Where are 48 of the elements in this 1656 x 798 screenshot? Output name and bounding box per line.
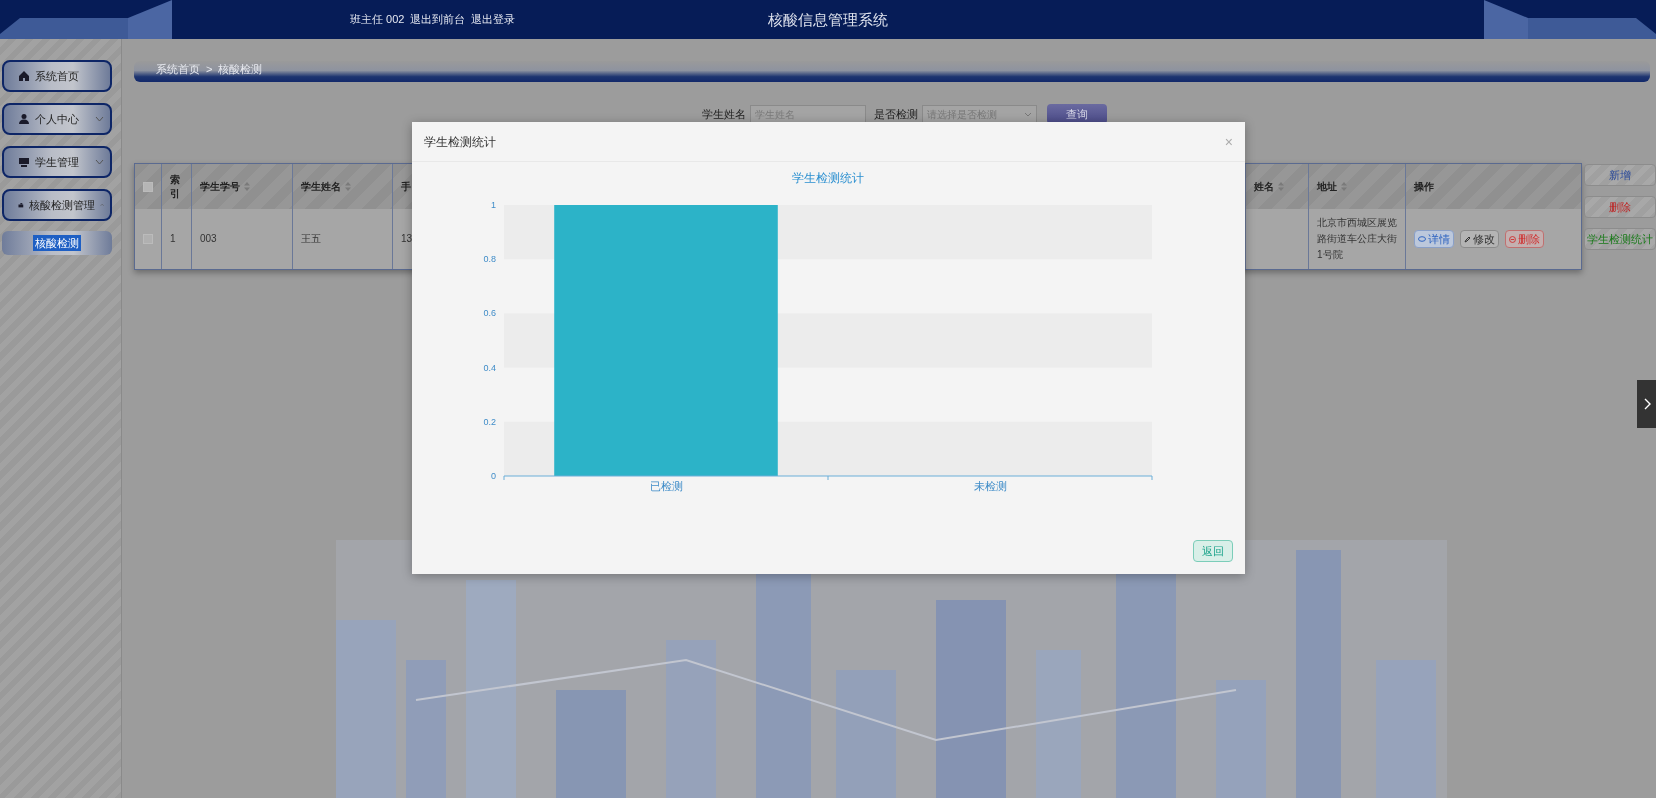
table-cell: 003: [192, 209, 292, 269]
action-button[interactable]: 详情: [1414, 230, 1454, 248]
table-cell: 王五: [293, 209, 392, 269]
submenu-item[interactable]: 核酸检测: [2, 231, 112, 255]
minus-circle-icon: [1509, 235, 1516, 243]
axis-tick-label: 0.2: [483, 416, 496, 427]
column-header[interactable]: 姓名: [1246, 164, 1308, 209]
column-header[interactable]: 学生学号: [192, 164, 292, 209]
breadcrumb-separator: >: [206, 62, 213, 77]
search-button[interactable]: 查询: [1047, 104, 1107, 124]
chevron-right-icon: [1642, 398, 1651, 410]
chart-title: 学生检测统计: [792, 171, 864, 185]
menu-item[interactable]: 个人中心: [2, 103, 112, 135]
header-link[interactable]: 班主任 002: [350, 11, 405, 28]
column-header: 操作: [1406, 164, 1581, 209]
axis-tick-label: 0.6: [483, 308, 496, 319]
header-link[interactable]: 退出到前台: [410, 11, 466, 28]
expand-tab[interactable]: [1637, 380, 1656, 428]
menu-item[interactable]: 学生管理: [2, 146, 112, 178]
axis-tick-label: 0: [491, 471, 496, 481]
axis-tick-label: 0.8: [483, 254, 496, 265]
header-link[interactable]: 退出登录: [471, 11, 516, 28]
eye-icon: [1418, 236, 1426, 242]
axis-tick-label: 0.4: [483, 362, 496, 373]
dialog-title: 学生检测统计: [424, 133, 496, 151]
column-header[interactable]: 学生姓名: [293, 164, 392, 209]
field-label: 是否检测: [874, 106, 918, 122]
chevron-down-icon: [1024, 111, 1032, 117]
back-button[interactable]: 返回: [1193, 540, 1233, 562]
checkbox[interactable]: [143, 181, 153, 192]
menu-item[interactable]: 核酸检测管理: [2, 189, 112, 221]
action-button[interactable]: 修改: [1460, 230, 1499, 248]
home-icon: [18, 70, 30, 82]
column-header[interactable]: 地址: [1309, 164, 1405, 209]
app-title: 核酸信息管理系统: [768, 10, 888, 30]
column-header: 索引: [162, 164, 191, 209]
table-cell: 1: [162, 209, 191, 269]
axis-tick-label: 1: [491, 200, 496, 210]
table-cell: 北京市西城区展览路街道车公庄大街1号院: [1309, 209, 1405, 269]
field-label: 学生姓名: [702, 106, 746, 122]
axis-category-label: 已检测: [649, 480, 683, 492]
pencil-icon: [1464, 235, 1471, 243]
table-cell: [1246, 209, 1308, 269]
user-icon: [18, 113, 30, 125]
toolbar-button[interactable]: 新增: [1584, 164, 1656, 186]
axis-category-label: 未检测: [973, 480, 1007, 492]
monitor-icon: [18, 156, 30, 168]
menu-item[interactable]: 系统首页: [2, 60, 112, 92]
